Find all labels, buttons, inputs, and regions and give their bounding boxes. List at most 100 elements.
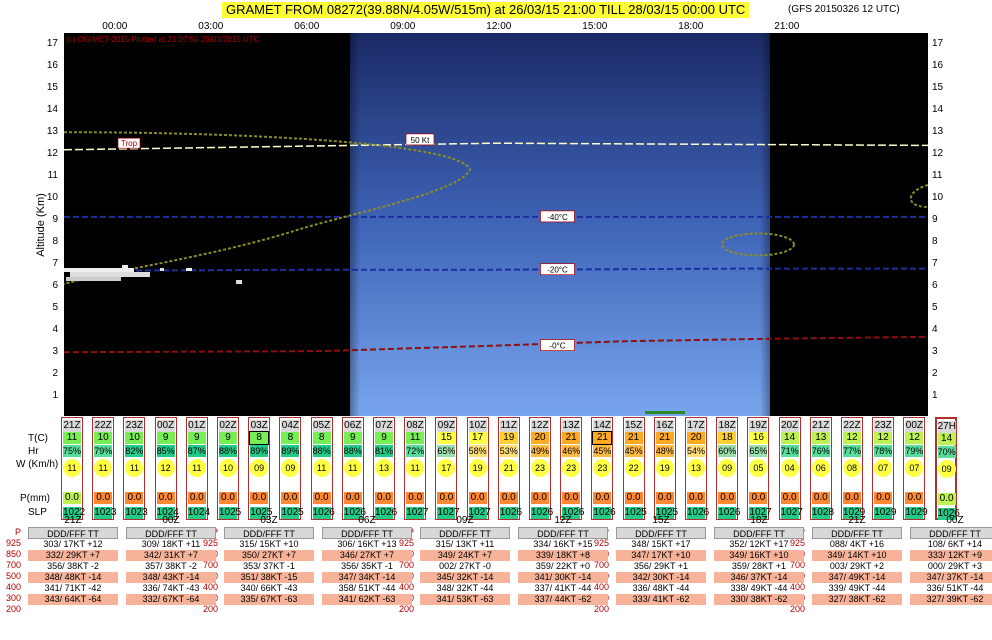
surface-wind: 23: [531, 459, 549, 477]
surface-time-label: 22Z: [843, 420, 861, 432]
pressure-level: 200: [399, 604, 415, 614]
surface-column: 17Z 20 54% 13 0.0 1026: [685, 417, 709, 520]
sounding-row: 347/ 34KT -14: [322, 572, 412, 583]
surface-precip: 0.0: [905, 492, 924, 504]
surface-time-label: 07Z: [375, 420, 393, 432]
y-tick-right-13: 13: [932, 126, 944, 137]
time-tick-3: 09:00: [390, 21, 415, 32]
sounding-row: 349/ 16KT +10: [714, 550, 804, 561]
surface-wind: 11: [187, 459, 206, 477]
y-tick-right-3: 3: [932, 346, 938, 357]
model-run-label: (GFS 2015032​6 12 UTC): [788, 4, 900, 15]
surface-column: 07Z 9 81% 13 0.0 1026: [373, 417, 397, 520]
pressure-level: 200: [594, 604, 610, 614]
surface-temp: 21: [562, 432, 581, 444]
y-tick-left-17: 17: [47, 38, 59, 49]
surface-rh: 78%: [874, 445, 893, 457]
surface-wind: 11: [63, 459, 81, 477]
surface-column: 22Z 10 79% 11 0.0 1023: [92, 417, 116, 520]
sounding-time: 00Z: [946, 515, 964, 526]
surface-column: 21Z 13 76% 06 0.0 1028: [809, 417, 834, 520]
y-tick-right-9: 9: [932, 214, 938, 225]
surface-column: 12Z 20 49% 23 0.0 1026: [529, 417, 553, 520]
surface-column: 23Z 10 82% 11 0.0 1023: [123, 417, 148, 520]
sounding-row: 342/ 30KT -14: [616, 572, 706, 583]
sounding-header: DDD/FFF TT: [322, 527, 412, 539]
surface-wind: 08: [843, 459, 861, 477]
surface-precip: 0.0: [312, 492, 331, 504]
surface-precip: 0.0: [843, 492, 861, 504]
surface-wind: 04: [780, 459, 799, 477]
surface-column: 08Z 11 72% 11 0.0 1027: [404, 417, 428, 520]
surface-temp: 16: [749, 432, 768, 444]
surface-column: 02Z 9 88% 10 0.0 1025: [217, 417, 241, 520]
row-label-wind: W (Km/h): [16, 459, 59, 470]
sounding-time: 03Z: [260, 515, 278, 526]
y-tick-left-3: 3: [52, 346, 58, 357]
surface-rh: 46%: [562, 445, 581, 457]
surface-temp: 11: [406, 432, 425, 444]
surface-column: 21Z 11 75% 11 0.0 1022: [61, 417, 85, 520]
sounding-row: 341/ 53KT -63: [420, 594, 510, 605]
y-tick-left-7: 7: [52, 258, 58, 269]
surface-temp: 10: [125, 432, 144, 444]
pressure-level: 200: [203, 604, 219, 614]
surface-rh: 85%: [156, 445, 175, 457]
sounding-row: 342/ 31KT +7: [126, 550, 216, 561]
surface-rh: 89%: [250, 445, 269, 457]
surface-time-label: 01Z: [187, 420, 206, 432]
surface-column: 22Z 12 77% 08 0.0 1029: [841, 417, 865, 520]
surface-column: 18Z 18 60% 09 0.0 1026: [716, 417, 740, 520]
surface-temp: 9: [187, 432, 206, 444]
y-tick-right-2: 2: [932, 368, 938, 379]
sounding-row: 348/ 32KT -44: [436, 583, 494, 593]
surface-time-label: 08Z: [406, 420, 425, 432]
surface-temp: 20: [687, 432, 705, 444]
sounding-column: 15Z DDD/FFF TT 348/ 15KT +17 347/ 17KT +10 3…: [616, 515, 706, 605]
surface-temp: 8: [281, 432, 300, 444]
time-tick-6: 18:00: [678, 21, 703, 32]
surface-column: 00Z 12 79% 07 0.0 1029: [903, 417, 928, 520]
surface-time-label: 11Z: [499, 420, 518, 432]
surface-wind: 21: [499, 459, 518, 477]
sounding-row: 336/ 48KT -44: [632, 583, 690, 593]
surface-precip: 0.0: [687, 492, 705, 504]
sounding-row: 359/ 28KT +1: [731, 561, 787, 571]
surface-rh: 72%: [406, 445, 425, 457]
y-tick-right-10: 10: [932, 192, 944, 203]
row-label-rh: Hr: [28, 446, 39, 457]
surface-column: 19Z 16 65% 05 0.0 1027: [747, 417, 772, 520]
surface-precip: 0.0: [437, 492, 456, 504]
surface-precip: 0.0: [874, 492, 893, 504]
sounding-row: 341/ 71KT -42: [44, 583, 102, 593]
surface-temp: 9: [156, 432, 175, 444]
sounding-time: 21Z: [64, 515, 82, 526]
sounding-row: 357/ 38KT -2: [145, 561, 197, 571]
pressure-level: 200: [6, 604, 22, 614]
surface-temp: 9: [219, 432, 237, 444]
pressure-level-labels: P925850700500400300200: [6, 527, 21, 615]
surface-rh: 76%: [811, 445, 830, 457]
surface-temp: 14: [937, 433, 956, 445]
plot-area: -0°C -20°C -40°C Trop 50 Kt: [63, 33, 929, 416]
surface-wind: 07: [905, 459, 924, 477]
sounding-row: 347/ 37KT -14: [910, 572, 992, 583]
surface-time-label: 02Z: [219, 420, 237, 432]
sounding-column: 03Z DDD/FFF TT 315/ 15KT +10 350/ 27KT +7 35…: [224, 515, 314, 605]
surface-precip: 0.0: [593, 492, 612, 504]
surface-rh: 77%: [843, 445, 862, 457]
sounding-row: 336/ 51KT -44: [926, 583, 984, 593]
surface-temp: 13: [811, 432, 830, 444]
sounding-row: 333/ 12KT +9: [910, 550, 992, 561]
surface-wind: 07: [874, 459, 893, 477]
sounding-column: 06Z DDD/FFF TT 306/ 16KT +13 346/ 27KT +7 35…: [322, 515, 412, 605]
row-label-precip: P(mm): [20, 493, 50, 504]
surface-time-label: 16Z: [655, 420, 674, 432]
surface-precip: 0.0: [499, 492, 518, 504]
surface-rh: 87%: [187, 445, 206, 457]
surface-precip: 0.0: [655, 492, 674, 504]
surface-precip: 0.0: [156, 492, 175, 504]
surface-wind: 11: [94, 459, 113, 477]
surface-temp: 11: [63, 432, 81, 444]
surface-temp: 21: [624, 432, 643, 444]
